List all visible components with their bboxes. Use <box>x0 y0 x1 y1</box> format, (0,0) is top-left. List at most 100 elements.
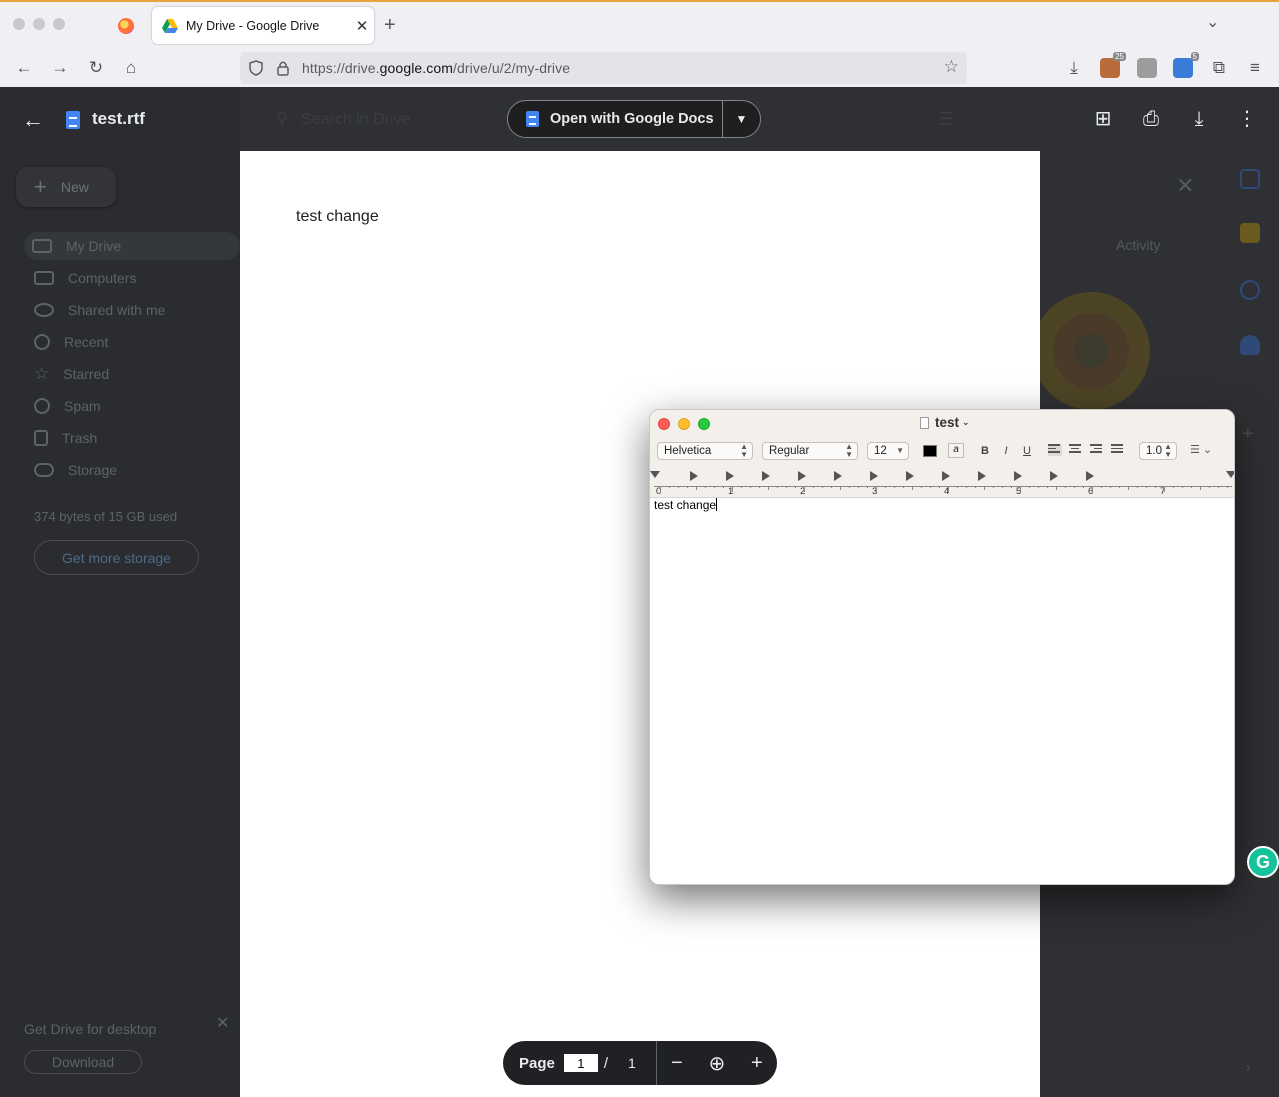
line-spacing-select[interactable]: 1.0 ▲ ▼ <box>1139 442 1177 460</box>
bold-button[interactable]: B <box>977 443 993 459</box>
sidebar-item-computers[interactable]: Computers <box>26 266 136 290</box>
zoom-in-icon[interactable]: + <box>737 1052 777 1075</box>
download-desktop-button[interactable]: Download <box>24 1050 142 1074</box>
ruler-tick <box>966 486 967 488</box>
downloads-icon[interactable]: ⤓ <box>1062 56 1086 80</box>
open-with-main-button[interactable]: Open with Google Docs <box>508 100 723 138</box>
ruler-tick <box>921 486 922 488</box>
tab-my-drive[interactable]: My Drive - Google Drive ✕ <box>152 7 374 44</box>
window-zoom-button[interactable] <box>53 18 65 30</box>
new-button[interactable]: + New <box>16 167 116 207</box>
back-arrow-icon[interactable]: ← <box>22 107 44 133</box>
textedit-body[interactable]: test change <box>654 498 718 512</box>
search-options-icon[interactable]: ☰ <box>938 109 954 130</box>
add-comment-icon[interactable]: ⊞ <box>1089 105 1117 133</box>
tab-stop[interactable] <box>978 471 986 481</box>
ruler-tick <box>786 486 787 488</box>
close-promo-icon[interactable]: ✕ <box>216 1013 229 1033</box>
chevron-right-icon[interactable]: › <box>1246 1059 1251 1075</box>
window-minimize-button[interactable] <box>33 18 45 30</box>
justify-icon[interactable] <box>1111 444 1125 456</box>
textedit-minimize-button[interactable] <box>678 418 690 430</box>
grammarly-button[interactable]: G <box>1247 846 1279 878</box>
download-icon[interactable]: ⤓ <box>1185 105 1213 133</box>
font-size-select[interactable]: 12 ▼ <box>867 442 909 460</box>
textedit-title[interactable]: test ⌄ <box>920 415 970 430</box>
tab-stop[interactable] <box>1014 471 1022 481</box>
tab-stop[interactable] <box>726 471 734 481</box>
current-page-input[interactable]: 1 <box>563 1054 598 1072</box>
align-right-icon[interactable] <box>1090 444 1104 456</box>
url-text[interactable]: https://drive.google.com/drive/u/2/my-dr… <box>302 60 570 76</box>
underline-button[interactable]: U <box>1019 443 1035 459</box>
sidebar-item-shared[interactable]: Shared with me <box>26 298 165 322</box>
ruler[interactable]: 0 1 2 3 4 5 6 7 <box>650 468 1234 497</box>
sidebar-item-starred[interactable]: ☆ Starred <box>26 362 109 386</box>
tab-stop[interactable] <box>690 471 698 481</box>
tab-stop[interactable] <box>798 471 806 481</box>
close-details-icon[interactable]: ✕ <box>1176 173 1194 199</box>
extensions-puzzle-icon[interactable]: ⧉ <box>1207 56 1231 80</box>
sidebar-item-storage[interactable]: Storage <box>26 458 117 482</box>
bookmark-star-icon[interactable]: ☆ <box>944 57 959 77</box>
sidebar-item-label: My Drive <box>66 238 122 254</box>
window-close-button[interactable] <box>13 18 25 30</box>
tab-stop[interactable] <box>942 471 950 481</box>
highlight-color-icon[interactable]: a <box>948 443 964 458</box>
textedit-zoom-button[interactable] <box>698 418 710 430</box>
home-button[interactable]: ⌂ <box>119 56 143 80</box>
list-bullets-icon[interactable]: ☰ ⌄ <box>1190 443 1212 456</box>
sidebar-item-trash[interactable]: Trash <box>26 426 97 450</box>
tab-stop[interactable] <box>870 471 878 481</box>
sidebar-item-spam[interactable]: Spam <box>26 394 101 418</box>
tab-stop[interactable] <box>834 471 842 481</box>
navigation-bar: ← → ↻ ⌂ https://drive.google.com/drive/u… <box>0 48 1279 88</box>
close-tab-icon[interactable]: ✕ <box>350 17 374 35</box>
align-center-icon[interactable] <box>1069 444 1083 456</box>
extension-bitwarden-icon[interactable]: 5 <box>1173 52 1199 78</box>
first-line-indent-marker[interactable] <box>650 471 660 478</box>
sidebar-item-my-drive[interactable]: My Drive <box>24 232 240 260</box>
pinned-tab[interactable] <box>108 10 144 42</box>
tasks-icon[interactable] <box>1240 280 1260 300</box>
lock-icon[interactable] <box>276 60 290 76</box>
open-with-google-docs-button[interactable]: Open with Google Docs ▼ <box>507 100 761 138</box>
search-input[interactable]: ⚲ Search in Drive <box>276 109 410 129</box>
ruler-tick <box>1092 486 1093 492</box>
align-left-icon[interactable] <box>1048 444 1062 456</box>
text-color-well[interactable] <box>923 445 937 457</box>
keep-icon[interactable] <box>1240 223 1260 243</box>
new-tab-button[interactable]: + <box>384 14 396 37</box>
font-style-select[interactable]: Regular ▲ ▼ <box>762 442 858 460</box>
textedit-close-button[interactable] <box>658 418 670 430</box>
font-family-select[interactable]: Helvetica ▲ ▼ <box>657 442 753 460</box>
tab-stop[interactable] <box>1050 471 1058 481</box>
print-icon[interactable]: ⎙ <box>1137 105 1165 133</box>
tab-activity[interactable]: Activity <box>1116 237 1160 253</box>
zoom-reset-icon[interactable]: ⊕ <box>697 1051 737 1076</box>
italic-button[interactable]: I <box>998 443 1014 459</box>
more-options-icon[interactable]: ⋮ <box>1233 105 1261 133</box>
tab-stop[interactable] <box>906 471 914 481</box>
forward-button[interactable]: → <box>48 56 72 80</box>
open-with-dropdown-icon[interactable]: ▼ <box>723 112 760 126</box>
zoom-out-icon[interactable]: − <box>657 1052 697 1075</box>
list-all-tabs-button[interactable]: ⌄ <box>1206 12 1219 32</box>
menu-hamburger-icon[interactable]: ≡ <box>1243 56 1267 80</box>
sidebar-item-recent[interactable]: Recent <box>26 330 108 354</box>
right-margin-marker[interactable] <box>1226 471 1234 478</box>
tab-stop[interactable] <box>762 471 770 481</box>
tab-stop[interactable] <box>1086 471 1094 481</box>
document-icon <box>66 111 80 129</box>
url-bar[interactable]: https://drive.google.com/drive/u/2/my-dr… <box>240 52 967 84</box>
add-addon-icon[interactable]: + <box>1242 423 1254 446</box>
ruler-tick <box>705 486 706 488</box>
extension-shield-icon[interactable]: 25 <box>1100 52 1126 78</box>
contacts-icon[interactable] <box>1240 335 1260 355</box>
get-more-storage-button[interactable]: Get more storage <box>34 540 199 575</box>
calendar-icon[interactable] <box>1240 169 1260 189</box>
back-button[interactable]: ← <box>12 56 36 80</box>
extension-s-icon[interactable] <box>1137 58 1157 78</box>
shield-icon[interactable] <box>248 60 264 76</box>
reload-button[interactable]: ↻ <box>84 56 108 80</box>
